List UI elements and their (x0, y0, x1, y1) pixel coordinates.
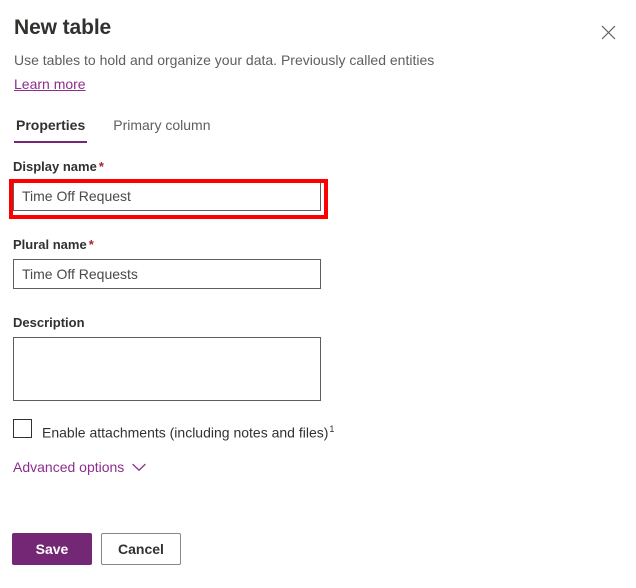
display-name-field-group: Display name* (13, 158, 321, 211)
enable-attachments-label: Enable attachments (including notes and … (42, 419, 334, 443)
description-label: Description (13, 314, 321, 332)
chevron-down-icon (132, 463, 146, 472)
display-name-input[interactable] (13, 181, 321, 211)
enable-attachments-label-text: Enable attachments (including notes and … (42, 425, 328, 441)
cancel-button[interactable]: Cancel (101, 533, 181, 565)
tab-primary-column[interactable]: Primary column (111, 115, 212, 143)
description-textarea[interactable] (13, 337, 321, 401)
tab-properties[interactable]: Properties (14, 115, 87, 143)
plural-name-input[interactable] (13, 259, 321, 289)
display-name-label: Display name* (13, 158, 321, 176)
close-icon (601, 25, 616, 40)
description-field-group: Description (13, 314, 321, 406)
advanced-options-label: Advanced options (13, 457, 124, 477)
enable-attachments-row[interactable]: Enable attachments (including notes and … (13, 419, 334, 443)
page-title: New table (14, 14, 622, 42)
display-name-label-text: Display name (13, 159, 97, 174)
page-subtitle: Use tables to hold and organize your dat… (14, 50, 622, 70)
form-actions: Save Cancel (12, 533, 181, 565)
new-table-panel: New table Use tables to hold and organiz… (0, 0, 636, 588)
plural-name-label-text: Plural name (13, 237, 87, 252)
required-asterisk: * (99, 159, 104, 174)
tab-list: Properties Primary column (14, 115, 213, 143)
close-button[interactable] (592, 16, 624, 48)
plural-name-label: Plural name* (13, 236, 321, 254)
advanced-options-toggle[interactable]: Advanced options (13, 457, 146, 477)
required-asterisk: * (89, 237, 94, 252)
plural-name-field-group: Plural name* (13, 236, 321, 289)
footnote-marker: 1 (329, 424, 334, 434)
panel-header: New table Use tables to hold and organiz… (0, 0, 636, 94)
save-button[interactable]: Save (12, 533, 92, 565)
learn-more-link[interactable]: Learn more (14, 74, 86, 94)
enable-attachments-checkbox[interactable] (13, 419, 32, 438)
